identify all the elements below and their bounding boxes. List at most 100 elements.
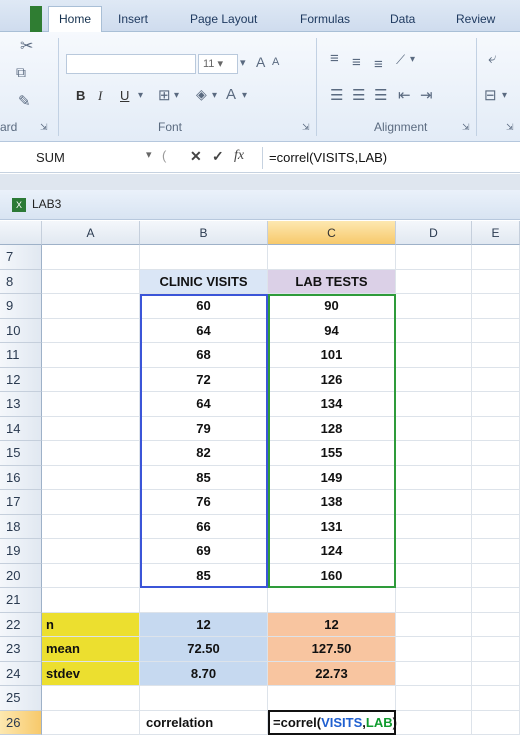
column-header-d[interactable]: D [396,221,472,245]
cell-d8[interactable] [396,269,472,294]
cell-a11[interactable] [42,343,140,368]
increase-indent-icon[interactable]: ⇥ [420,86,433,104]
tab-page-layout[interactable]: Page Layout [190,7,257,32]
cell-a19[interactable] [42,539,140,564]
fill-color-dropdown-icon[interactable]: ▾ [212,90,217,101]
merge-dropdown-icon[interactable]: ▾ [502,90,507,101]
number-dialog-launcher-icon[interactable]: ⇲ [506,122,514,133]
cell-b26[interactable]: correlation [140,710,268,735]
cell-d14[interactable] [396,416,472,441]
cell-c13[interactable]: 134 [268,392,396,417]
cell-d19[interactable] [396,539,472,564]
cell-d10[interactable] [396,318,472,343]
cell-d26[interactable] [396,710,472,735]
cell-a15[interactable] [42,441,140,466]
row-header-16[interactable]: 16 [0,465,42,490]
cell-d25[interactable] [396,686,472,711]
cell-a20[interactable] [42,563,140,588]
cell-b16[interactable]: 85 [140,465,268,490]
column-header-a[interactable]: A [42,221,140,245]
cell-e25[interactable] [472,686,520,711]
cell-b21[interactable] [140,588,268,613]
row-header-19[interactable]: 19 [0,539,42,564]
row-header-20[interactable]: 20 [0,563,42,588]
cell-a8[interactable] [42,269,140,294]
cell-c21[interactable] [268,588,396,613]
cell-d11[interactable] [396,343,472,368]
cell-b17[interactable]: 76 [140,490,268,515]
cell-a22[interactable]: n [42,612,140,637]
cell-b12[interactable]: 72 [140,367,268,392]
row-header-25[interactable]: 25 [0,686,42,711]
cell-c16[interactable]: 149 [268,465,396,490]
cell-c10[interactable]: 94 [268,318,396,343]
cell-d22[interactable] [396,612,472,637]
cell-e15[interactable] [472,441,520,466]
row-header-14[interactable]: 14 [0,416,42,441]
bold-button[interactable]: B [76,88,85,103]
cell-a13[interactable] [42,392,140,417]
borders-icon[interactable]: ⊞ [158,86,171,104]
row-header-12[interactable]: 12 [0,367,42,392]
cell-e10[interactable] [472,318,520,343]
cell-a23[interactable]: mean [42,637,140,662]
cell-a17[interactable] [42,490,140,515]
cell-e26[interactable] [472,710,520,735]
cell-b15[interactable]: 82 [140,441,268,466]
row-header-13[interactable]: 13 [0,392,42,417]
cell-a25[interactable] [42,686,140,711]
cell-b20[interactable]: 85 [140,563,268,588]
cell-a26[interactable] [42,710,140,735]
row-header-21[interactable]: 21 [0,588,42,613]
cell-a14[interactable] [42,416,140,441]
cell-d9[interactable] [396,294,472,319]
cell-c24[interactable]: 22.73 [268,661,396,686]
tab-home[interactable]: Home [48,6,103,33]
name-box-dropdown-icon[interactable]: ▾ [146,148,152,161]
fill-color-icon[interactable]: ◈ [196,86,207,103]
cell-e12[interactable] [472,367,520,392]
cell-c17[interactable]: 138 [268,490,396,515]
orientation-icon[interactable]: ⟋ [396,52,405,68]
align-bottom-icon[interactable]: ≡ [374,56,383,73]
cell-b7[interactable] [140,245,268,270]
tab-insert[interactable]: Insert [118,7,148,32]
tab-data[interactable]: Data [390,7,415,32]
cell-b24[interactable]: 8.70 [140,661,268,686]
row-header-23[interactable]: 23 [0,637,42,662]
cell-e14[interactable] [472,416,520,441]
cell-b18[interactable]: 66 [140,514,268,539]
font-color-button[interactable]: A [226,86,236,103]
cell-d21[interactable] [396,588,472,613]
cell-c14[interactable]: 128 [268,416,396,441]
cell-a18[interactable] [42,514,140,539]
cell-c8[interactable]: LAB TESTS [268,269,396,294]
file-tab[interactable] [30,6,42,32]
alignment-dialog-launcher-icon[interactable]: ⇲ [462,122,470,133]
wrap-text-icon[interactable]: ⤶ [488,50,496,67]
cell-e23[interactable] [472,637,520,662]
cell-d23[interactable] [396,637,472,662]
row-header-11[interactable]: 11 [0,343,42,368]
cell-e18[interactable] [472,514,520,539]
tab-formulas[interactable]: Formulas [300,7,350,32]
copy-icon[interactable]: ⧉ [16,64,26,81]
orientation-dropdown-icon[interactable]: ▾ [410,54,415,65]
cell-e7[interactable] [472,245,520,270]
cell-e17[interactable] [472,490,520,515]
cell-e8[interactable] [472,269,520,294]
shrink-font-button[interactable]: A [272,56,279,68]
cell-c23[interactable]: 127.50 [268,637,396,662]
cell-b25[interactable] [140,686,268,711]
decrease-indent-icon[interactable]: ⇤ [398,86,411,104]
cell-d20[interactable] [396,563,472,588]
cell-d12[interactable] [396,367,472,392]
formula-input[interactable]: =correl(VISITS,LAB) [262,147,520,169]
cell-b14[interactable]: 79 [140,416,268,441]
cell-b10[interactable]: 64 [140,318,268,343]
row-header-7[interactable]: 7 [0,245,42,270]
cell-a16[interactable] [42,465,140,490]
cell-e11[interactable] [472,343,520,368]
cell-e19[interactable] [472,539,520,564]
align-left-icon[interactable]: ☰ [330,86,343,104]
